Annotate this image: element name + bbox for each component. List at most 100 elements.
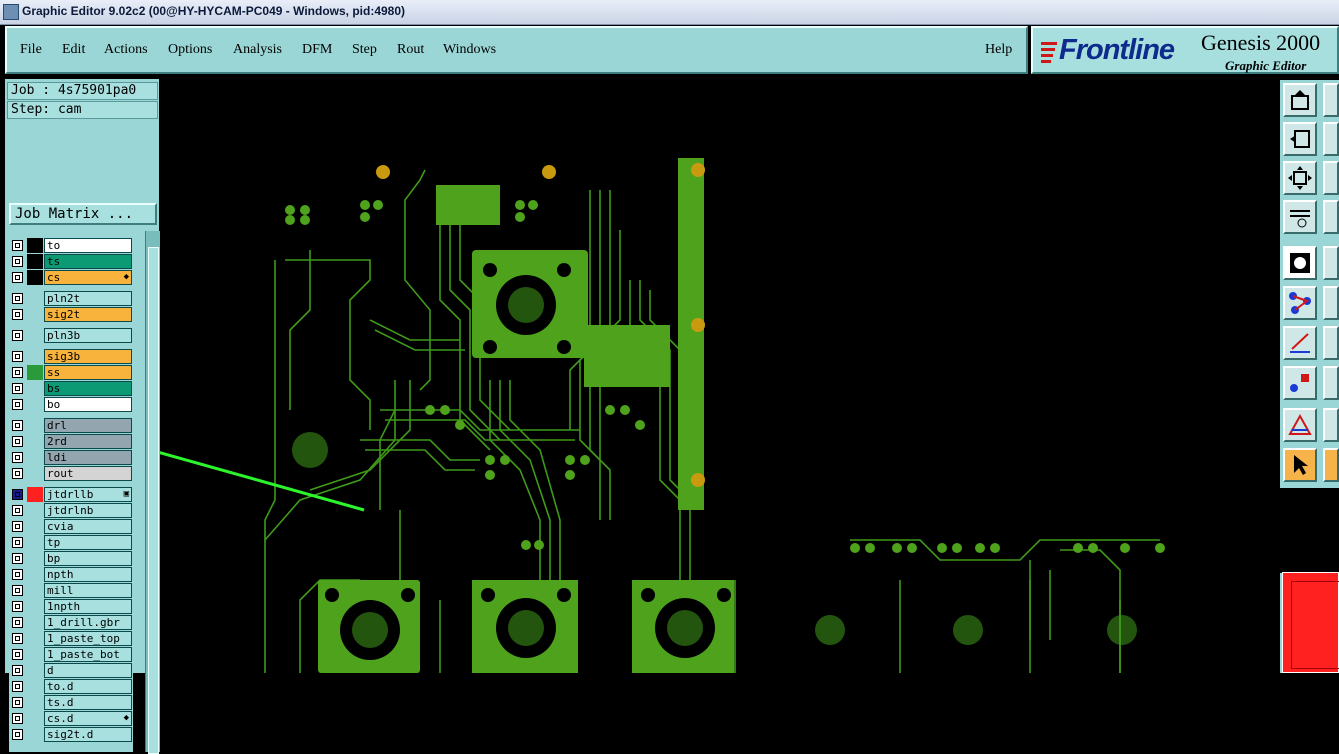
layer-name[interactable]: bo [44,397,132,412]
layer-color-swatch[interactable] [27,238,43,253]
layer-checkbox[interactable] [12,617,23,628]
layer-row[interactable]: sig3b [9,349,133,364]
menu-analysis[interactable]: Analysis [233,42,282,58]
menu-windows[interactable]: Windows [443,42,496,58]
layer-preview-window[interactable] [1282,572,1339,673]
layer-color-swatch[interactable] [27,450,43,465]
menu-step[interactable]: Step [352,42,377,58]
graphic-canvas[interactable] [160,80,1280,673]
layer-row[interactable]: bo [9,397,133,412]
triangle-tool[interactable] [1283,408,1317,442]
layer-row[interactable]: d [9,663,133,678]
layer-name[interactable]: 1npth [44,599,132,614]
layer-checkbox[interactable] [12,367,23,378]
layer-color-swatch[interactable] [27,487,43,502]
layer-color-swatch[interactable] [27,270,43,285]
layer-name[interactable]: cvia [44,519,132,534]
app-icon[interactable] [3,4,19,20]
layer-color-swatch[interactable] [27,254,43,269]
layer-color-swatch[interactable] [27,695,43,710]
tool-half-10[interactable] [1323,448,1339,482]
layer-checkbox[interactable] [12,537,23,548]
tool-half-8[interactable] [1323,366,1339,400]
layer-color-swatch[interactable] [27,711,43,726]
layer-color-swatch[interactable] [27,615,43,630]
export-tool[interactable] [1283,83,1317,117]
net-tool[interactable] [1283,286,1317,320]
layer-color-swatch[interactable] [27,418,43,433]
layer-name[interactable]: to.d [44,679,132,694]
layer-row[interactable]: npth [9,567,133,582]
layer-checkbox[interactable] [12,330,23,341]
layer-name[interactable]: 1_paste_bot [44,647,132,662]
layer-checkbox[interactable] [12,665,23,676]
layer-row[interactable]: bp [9,551,133,566]
layer-checkbox[interactable] [12,468,23,479]
move-in-tool[interactable] [1283,122,1317,156]
menu-edit[interactable]: Edit [62,42,85,58]
tool-half-9[interactable] [1323,408,1339,442]
layer-row[interactable]: bs [9,381,133,396]
fit-screen-tool[interactable] [1283,161,1317,195]
layer-row[interactable]: jtdrlnb [9,503,133,518]
layer-color-swatch[interactable] [27,631,43,646]
layer-name[interactable]: sig2t.d [44,727,132,742]
layer-row[interactable]: to.d [9,679,133,694]
layer-row[interactable]: sig2t [9,307,133,322]
layer-row[interactable]: tp [9,535,133,550]
tools-palette-tool[interactable] [1283,200,1317,234]
layer-row[interactable]: pln3b [9,328,133,343]
layer-name[interactable]: sig2t [44,307,132,322]
layer-name[interactable]: bs [44,381,132,396]
layer-name[interactable]: 1_drill.gbr [44,615,132,630]
layer-row[interactable]: 2rd [9,434,133,449]
layer-row[interactable]: drl [9,418,133,433]
layer-checkbox[interactable] [12,697,23,708]
layer-checkbox[interactable] [12,351,23,362]
tool-half-1[interactable] [1323,83,1339,117]
layer-color-swatch[interactable] [27,397,43,412]
layer-name[interactable]: cs ◆ [44,270,132,285]
layer-color-swatch[interactable] [27,679,43,694]
job-matrix-button[interactable]: Job Matrix ... [9,203,157,225]
layer-name[interactable]: tp [44,535,132,550]
layer-row[interactable]: cs ◆ [9,270,133,285]
layer-name[interactable]: 1_paste_top [44,631,132,646]
layer-row[interactable]: cs.d ◆ [9,711,133,726]
layer-color-swatch[interactable] [27,291,43,306]
layer-checkbox[interactable] [12,436,23,447]
layer-checkbox[interactable] [12,681,23,692]
layer-checkbox[interactable] [12,420,23,431]
layer-color-swatch[interactable] [27,567,43,582]
layer-color-swatch[interactable] [27,349,43,364]
layer-name[interactable]: pln2t [44,291,132,306]
layer-checkbox[interactable] [12,713,23,724]
layer-name[interactable]: d [44,663,132,678]
layer-row[interactable]: ss [9,365,133,380]
feature-select-tool[interactable] [1283,246,1317,280]
layer-name[interactable]: mill [44,583,132,598]
layer-color-swatch[interactable] [27,434,43,449]
tool-half-3[interactable] [1323,161,1339,195]
layer-color-swatch[interactable] [27,307,43,322]
layer-name[interactable]: 2rd [44,434,132,449]
pointer-tool[interactable] [1283,448,1317,482]
layer-color-swatch[interactable] [27,466,43,481]
menu-dfm[interactable]: DFM [302,42,332,58]
layer-checkbox[interactable] [12,256,23,267]
layer-name[interactable]: ldi [44,450,132,465]
layer-row[interactable]: 1npth [9,599,133,614]
layer-checkbox[interactable] [12,569,23,580]
layer-row[interactable]: 1_paste_top [9,631,133,646]
layer-color-swatch[interactable] [27,503,43,518]
layer-name[interactable]: to [44,238,132,253]
scrollbar-thumb[interactable] [148,247,159,754]
layer-row[interactable]: ts.d [9,695,133,710]
layer-name[interactable]: pln3b [44,328,132,343]
layer-name[interactable]: drl [44,418,132,433]
layer-name[interactable]: bp [44,551,132,566]
layer-name[interactable]: sig3b [44,349,132,364]
layer-name[interactable]: ts [44,254,132,269]
layer-row[interactable]: pln2t [9,291,133,306]
layer-color-swatch[interactable] [27,328,43,343]
